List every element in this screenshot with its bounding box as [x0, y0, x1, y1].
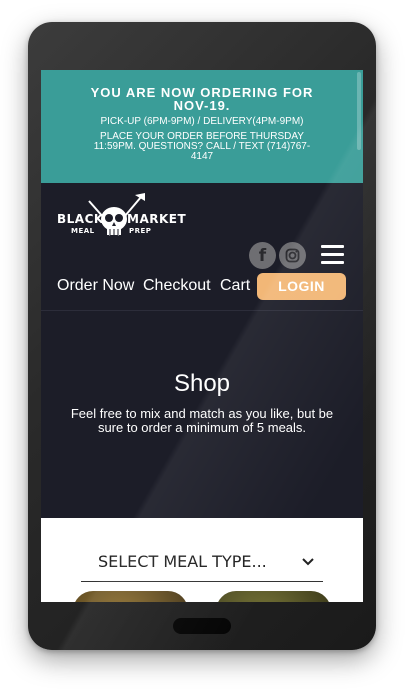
ordering-for-text: YOU ARE NOW ORDERING FOR NOV-19.	[90, 85, 314, 113]
logo-word-meal: MEAL	[71, 227, 95, 235]
home-button[interactable]	[173, 618, 231, 634]
black-market-logo[interactable]: BLACK MARKET MEAL PREP	[55, 193, 187, 245]
facebook-icon[interactable]: f	[249, 242, 276, 269]
meal-type-select-label: SELECT MEAL TYPE...	[98, 552, 267, 571]
nav-order-now[interactable]: Order Now	[57, 277, 134, 295]
facebook-glyph: f	[258, 246, 267, 266]
shop-hero: Shop Feel free to mix and match as you l…	[41, 311, 363, 518]
nav-cart[interactable]: Cart	[220, 277, 250, 295]
meal-type-select[interactable]: SELECT MEAL TYPE...	[81, 548, 323, 582]
announcement-banner: YOU ARE NOW ORDERING FOR NOV-19. PICK-UP…	[41, 70, 363, 183]
meal-card-image[interactable]	[73, 591, 188, 602]
deadline-text: PLACE YOUR ORDER BEFORE THURSDAY 11:59PM…	[93, 131, 311, 162]
login-button[interactable]: LOGIN	[257, 273, 346, 300]
nav-checkout[interactable]: Checkout	[143, 277, 211, 295]
phone-frame: YOU ARE NOW ORDERING FOR NOV-19. PICK-UP…	[28, 22, 376, 650]
logo-word-prep: PREP	[129, 227, 152, 235]
page-subtitle: Feel free to mix and match as you like, …	[70, 406, 334, 435]
banner-scrollbar[interactable]	[357, 72, 361, 150]
hamburger-menu-icon[interactable]	[321, 245, 344, 265]
instagram-glyph	[285, 248, 300, 263]
logo-word-black: BLACK	[57, 212, 104, 226]
instagram-icon[interactable]	[279, 242, 306, 269]
chevron-down-icon	[302, 558, 314, 566]
shop-content: SELECT MEAL TYPE...	[41, 518, 363, 602]
page-title: Shop	[173, 370, 231, 397]
meal-card-image[interactable]	[216, 591, 331, 602]
logo-word-market: MARKET	[127, 212, 187, 226]
phone-screen: YOU ARE NOW ORDERING FOR NOV-19. PICK-UP…	[41, 70, 363, 602]
site-header: BLACK MARKET MEAL PREP f Order Now Check…	[41, 183, 363, 311]
hours-text: PICK-UP (6PM-9PM) / DELIVERY(4PM-9PM)	[100, 116, 304, 127]
